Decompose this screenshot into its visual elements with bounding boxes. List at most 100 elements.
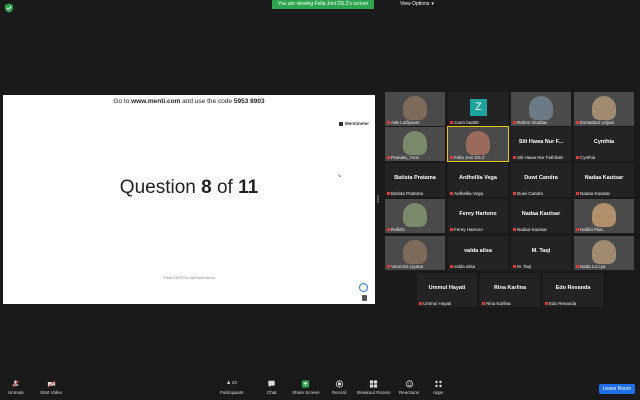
menti-code: 5953 8903 [233,98,265,105]
muted-mic-icon [387,156,390,160]
unmute-button[interactable]: Unmute [8,380,24,395]
start-video-button[interactable]: Start Video [40,380,62,395]
question-prefix: Question [119,177,202,198]
participant-tile[interactable]: Nadaa Kautsar Nadaa Kautsar [511,199,571,233]
start-video-label: Start Video [40,390,63,395]
muted-mic-icon [387,192,390,196]
menti-instructions: Go to www.menti.com and use the code 595… [3,98,375,105]
muted-mic-icon [576,121,579,125]
video-feed [592,203,616,227]
participant-name-display: Rina Karlina [493,285,527,291]
participant-name-display: valda ailsa [464,248,492,254]
participant-tile[interactable]: Nada Lu Lya [574,236,634,270]
security-shield-icon[interactable] [4,3,14,13]
shared-screen: Go to www.menti.com and use the code 595… [3,95,375,304]
participant-tile[interactable]: Siti Hawa Nur F... Siti Hawa Nur Fathikah [511,127,571,161]
avatar: Z [470,99,487,116]
apps-button[interactable]: Apps [433,380,443,395]
participants-button[interactable]: ♟ 23 Participants [220,380,244,395]
menti-mid: and use the code [180,98,234,105]
participant-label: M. Taqi [513,264,531,269]
participant-label: Ferey Hartono [450,227,483,232]
participant-name: Cynthia [580,155,596,160]
person-icon[interactable] [362,295,367,301]
participant-name: Siti Hawa Nur Fathikah [517,155,564,160]
participant-label: Edo Revanda [545,301,576,306]
presenter-control-icon[interactable] [359,283,368,292]
record-button[interactable]: Record [332,380,347,395]
participant-tile[interactable]: Batista Pratama Batista Pratama [385,163,445,197]
participant-tile[interactable]: Fella Joni DS.2 [447,126,509,162]
participant-name-display: M. Taqi [531,248,551,254]
record-icon [335,380,343,388]
video-feed [403,240,427,264]
viewing-screen-banner: You are viewing Fella Joni DS.2's screen [272,0,375,9]
video-feed [403,131,427,155]
participant-name: valda ailsa [454,264,476,269]
participants-count: 23 [231,380,237,385]
participant-tile[interactable]: Habibi Pasi [574,199,634,233]
participant-tile[interactable]: Ade Lutfiyanto [385,92,445,126]
participant-tile[interactable]: Zzoom baa06 [448,92,508,126]
participant-tile[interactable]: valda ailsa valda ailsa [448,236,508,270]
menti-prefix: Go to [113,98,132,105]
participant-label: Ade Lutfiyanto [387,120,420,125]
participant-label: Siti Hawa Nur Fathikah [513,155,563,160]
muted-mic-icon [513,265,516,269]
participant-tile[interactable]: Esmadani Urijani [574,92,634,126]
participant-label: Duwi Candra [513,191,543,196]
muted-mic-icon [513,192,516,196]
participant-name: Rafidzi [391,227,405,232]
view-options-button[interactable]: View Options ▾ [400,0,434,9]
muted-mic-icon [12,380,20,388]
breakout-rooms-button[interactable]: Breakout Rooms [357,380,391,395]
view-options-label: View Options [400,1,430,7]
muted-mic-icon [419,302,422,306]
participant-name: Nada Lu Lya [580,264,606,269]
participant-tile[interactable]: Rafidzi [385,199,445,233]
video-feed [529,96,553,120]
reactions-button[interactable]: Reactions [399,380,419,395]
participant-tile[interactable]: Duwi Candra Duwi Candra [511,163,571,197]
participant-label: Batista Pratama [387,191,423,196]
participant-label: Pranata_Yono [387,155,419,160]
participant-name-display: Cynthia [593,139,615,145]
participant-tile[interactable]: Rina Karlina Rina Karlina [480,273,540,307]
question-total: 11 [238,177,259,198]
participant-name-display: Edo Revanda [555,285,591,291]
muted-mic-icon [576,192,579,196]
mentimeter-logo: Mentimeter [338,121,369,126]
participant-tile[interactable]: Veronica Liyana [385,236,445,270]
participant-name: Batista Pratama [391,191,424,196]
participant-tile[interactable]: Nadaa Kautsar Nadaa Kautsar [574,163,634,197]
participant-tile[interactable]: Ummul Hayati Ummul Hayati [417,273,477,307]
panel-resize-handle[interactable] [377,195,379,203]
participant-tile[interactable]: Ardhellia Vega Ardhellia Vega [448,163,508,197]
video-off-icon [47,380,56,388]
leave-room-button[interactable]: Leave Room [598,384,635,394]
chat-label: Chat [267,390,277,395]
participant-name: Habibi Pasi [580,227,603,232]
share-screen-button[interactable]: Share Screen [292,380,320,395]
participant-tile[interactable]: M. Taqi M. Taqi [511,236,571,270]
muted-mic-icon [513,228,516,232]
chat-button[interactable]: Chat [267,380,277,395]
participant-name: Pranata_Yono [391,155,420,160]
muted-mic-icon [450,156,453,160]
muted-mic-icon [513,121,516,125]
muted-mic-icon [576,156,579,160]
participant-name-display: Batista Pratama [394,175,436,181]
breakout-rooms-label: Breakout Rooms [357,390,391,395]
muted-mic-icon [387,228,390,232]
menti-site: www.menti.com [131,98,181,105]
muted-mic-icon [450,265,453,269]
participant-tile[interactable]: Edo Revanda Edo Revanda [543,273,603,307]
participant-tile[interactable]: Ferey Hartono Ferey Hartono [448,199,508,233]
participant-name: Esmadani Urijani [580,120,615,125]
participant-tile[interactable]: Rahmi Sitadian [511,92,571,126]
participant-tile[interactable]: Pranata_Yono [385,127,445,161]
video-feed [403,96,427,120]
reactions-label: Reactions [399,390,420,395]
participant-tile[interactable]: Cynthia Cynthia [574,127,634,161]
participant-name-display: Ummul Hayati [428,285,466,291]
